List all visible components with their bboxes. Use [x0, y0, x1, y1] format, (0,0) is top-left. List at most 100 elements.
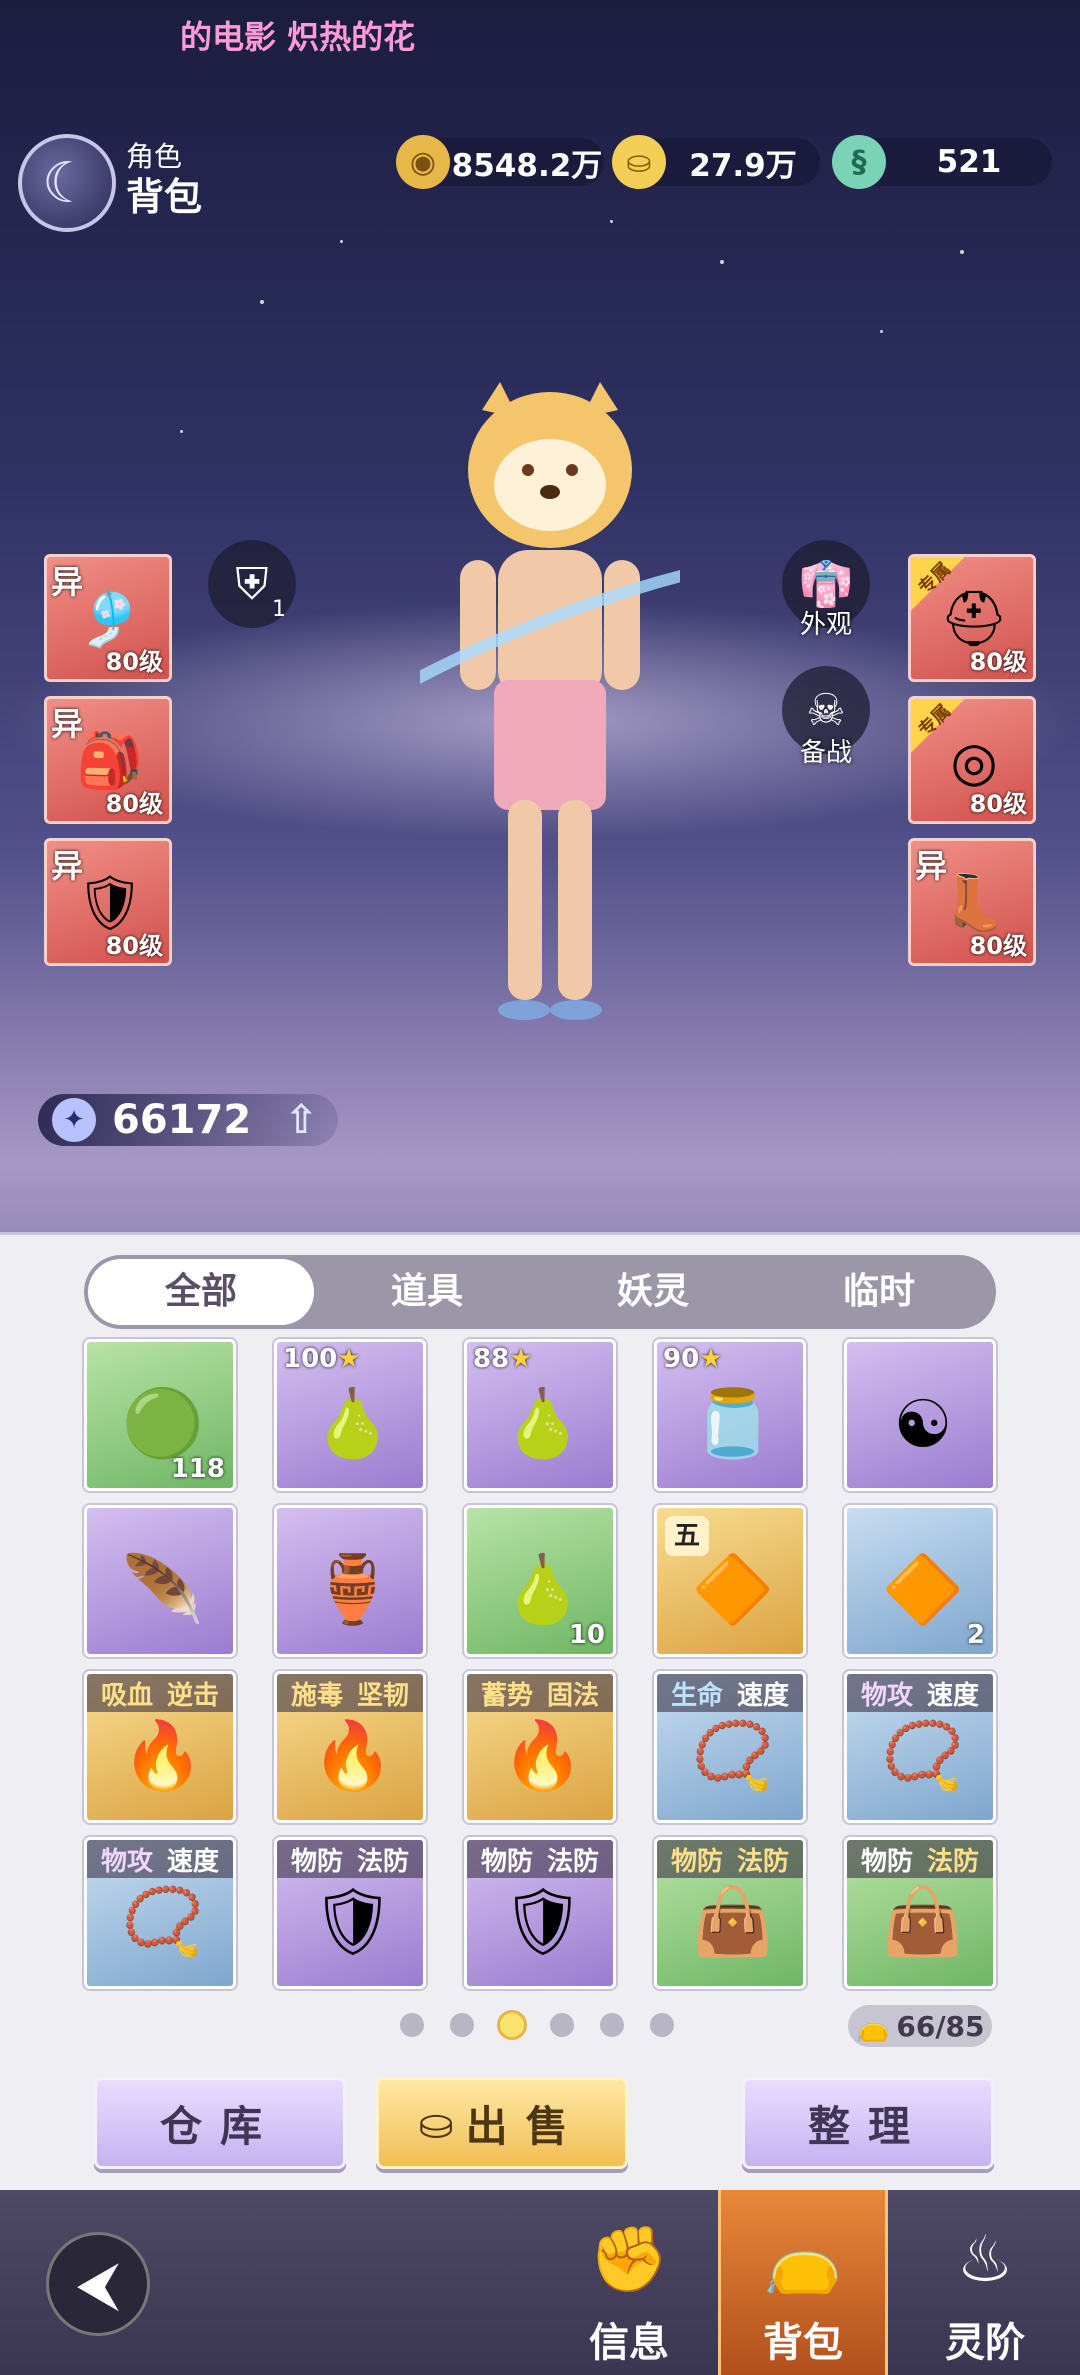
currency-jade[interactable]: § 521	[832, 135, 1052, 189]
inventory-item[interactable]: 👜 物防 法防	[654, 1837, 806, 1989]
currency-copper-value: 8548.2万	[451, 147, 603, 184]
tab-temporary[interactable]: 临时	[766, 1259, 992, 1325]
currency-gold-value: 27.9万	[689, 147, 797, 184]
inventory-item[interactable]: 🛡 物防 法防	[274, 1837, 426, 1989]
back-arrow-icon: ⮜	[76, 2249, 120, 2319]
tab-spirits[interactable]: 妖灵	[540, 1259, 766, 1325]
item-attributes: 物防 法防	[657, 1840, 803, 1878]
star	[260, 300, 264, 304]
inventory-item[interactable]: 🪶	[84, 1505, 236, 1657]
sort-button[interactable]: 整理	[742, 2077, 994, 2169]
nav-bag[interactable]: 👝 背包	[718, 2190, 888, 2375]
exclusive-ribbon: 专属	[911, 557, 965, 611]
inventory-item[interactable]: 🛡 物防 法防	[464, 1837, 616, 1989]
equip-slot-weapon[interactable]: 🎐 异 80级	[44, 554, 172, 682]
bottom-nav: ⮜ ✊ 信息 👝 背包 ♨ 灵阶	[0, 2190, 1080, 2375]
equip-tag: 异	[51, 705, 84, 743]
page-dot-current[interactable]	[500, 2013, 524, 2037]
equip-level: 80级	[969, 932, 1027, 960]
prepare-battle-label: 备战	[800, 738, 853, 768]
inventory-item[interactable]: 📿 物攻 速度	[84, 1837, 236, 1989]
leather-bag-icon: 👜	[881, 1883, 965, 1960]
bag-capacity: 👝 66/85	[848, 2005, 992, 2047]
blue-gourd-icon: 🏺	[311, 1551, 395, 1628]
inventory-item[interactable]: 📿 物攻 速度	[844, 1671, 996, 1823]
shoulder-armor-icon: 🛡	[311, 1883, 395, 1960]
item-attributes: 物防 法防	[277, 1840, 423, 1878]
role-menu-button[interactable]: ☾	[18, 134, 116, 232]
yin-yang-charm-icon: ☯	[893, 1385, 953, 1463]
header-subtitle: 角色	[126, 140, 183, 173]
inventory-item[interactable]: ☯	[844, 1339, 996, 1491]
equip-slot-boots[interactable]: 👢 异 80级	[908, 838, 1036, 966]
inventory-item[interactable]: 🫙 90★	[654, 1339, 806, 1491]
star	[610, 220, 613, 223]
page-header: 角色 背包	[126, 140, 202, 220]
item-attributes: 物攻 速度	[87, 1840, 233, 1878]
inventory-item[interactable]: 🍐 10	[464, 1505, 616, 1657]
equip-slot-armor[interactable]: 🛡 异 80级	[44, 838, 172, 966]
nav-info[interactable]: ✊ 信息	[544, 2210, 714, 2370]
item-attributes: 蓄势 固法	[467, 1674, 613, 1712]
pouch-icon: 👝	[763, 2223, 843, 2297]
copper-coin-icon: ◉	[396, 135, 450, 189]
tab-all[interactable]: 全部	[88, 1259, 314, 1325]
inventory-item[interactable]: 🔶 2	[844, 1505, 996, 1657]
scrolling-marquee: 的电影 炽热的花	[180, 18, 416, 56]
outfit-icon: 👘	[798, 559, 854, 610]
inventory-item[interactable]: 👜 物防 法防	[844, 1837, 996, 1989]
appearance-label: 外观	[800, 610, 853, 640]
jar-icon: 🫙	[691, 1385, 775, 1462]
inventory-item[interactable]: 🟢 118	[84, 1339, 236, 1491]
inventory-item[interactable]: 🔥 吸血 逆击	[84, 1671, 236, 1823]
equip-slot-accessory[interactable]: 🎒 异 80级	[44, 696, 172, 824]
inventory-item[interactable]: 🔶 五	[654, 1505, 806, 1657]
equip-slot-belt[interactable]: ◎ 专属 80级	[908, 696, 1036, 824]
inventory-item[interactable]: 📿 生命 速度	[654, 1671, 806, 1823]
equip-level: 80级	[969, 790, 1027, 818]
page-indicator	[400, 2013, 674, 2037]
nav-info-label: 信息	[589, 2320, 669, 2366]
necklace-icon: 📿	[881, 1717, 965, 1794]
star	[960, 250, 964, 254]
armor-count: 1	[272, 597, 286, 622]
power-icon: ✦	[52, 1098, 96, 1142]
tab-items[interactable]: 道具	[314, 1259, 540, 1325]
equip-level: 80级	[105, 648, 163, 676]
inventory-item[interactable]: 🏺	[274, 1505, 426, 1657]
item-attributes: 物攻 速度	[847, 1674, 993, 1712]
equip-level: 80级	[105, 790, 163, 818]
back-button[interactable]: ⮜	[46, 2232, 150, 2336]
red-pouch-icon: 🔥	[501, 1717, 585, 1794]
currency-copper[interactable]: ◉ 8548.2万	[396, 135, 604, 189]
inventory-item[interactable]: 🍐 88★	[464, 1339, 616, 1491]
inventory-item[interactable]: 🔥 施毒 坚韧	[274, 1671, 426, 1823]
character-avatar[interactable]	[420, 380, 680, 1060]
red-pouch-icon: 🔥	[311, 1717, 395, 1794]
item-attributes: 生命 速度	[657, 1674, 803, 1712]
inventory-item[interactable]: 🔥 蓄势 固法	[464, 1671, 616, 1823]
gold-ingot-icon: ⛀	[612, 135, 666, 189]
star	[720, 260, 724, 264]
page-dot[interactable]	[650, 2013, 674, 2037]
vest-icon: ⛨	[235, 558, 269, 610]
armor-set-button[interactable]: ⛨ 1	[208, 540, 296, 628]
equip-tag: 异	[51, 563, 84, 601]
equip-slot-helmet[interactable]: ⛑ 专属 80级	[908, 554, 1036, 682]
page-dot[interactable]	[550, 2013, 574, 2037]
item-star-level: 88★	[473, 1344, 533, 1374]
currency-gold[interactable]: ⛀ 27.9万	[612, 135, 820, 189]
combat-power-value: 66172	[112, 1097, 252, 1143]
page-dot[interactable]	[600, 2013, 624, 2037]
bag-capacity-value: 66/85	[896, 2009, 985, 2043]
item-star-level: 90★	[663, 1344, 723, 1374]
combat-power[interactable]: ✦ 66172 ⇧	[38, 1094, 338, 1146]
page-dot[interactable]	[400, 2013, 424, 2037]
item-attributes: 施毒 坚韧	[277, 1674, 423, 1712]
warehouse-button[interactable]: 仓库	[94, 2077, 346, 2169]
leather-bag-icon: 👜	[691, 1883, 775, 1960]
inventory-item[interactable]: 🍐 100★	[274, 1339, 426, 1491]
sell-button[interactable]: ⛀ 出售	[376, 2077, 628, 2169]
page-dot[interactable]	[450, 2013, 474, 2037]
nav-spirit[interactable]: ♨ 灵阶	[900, 2210, 1070, 2370]
